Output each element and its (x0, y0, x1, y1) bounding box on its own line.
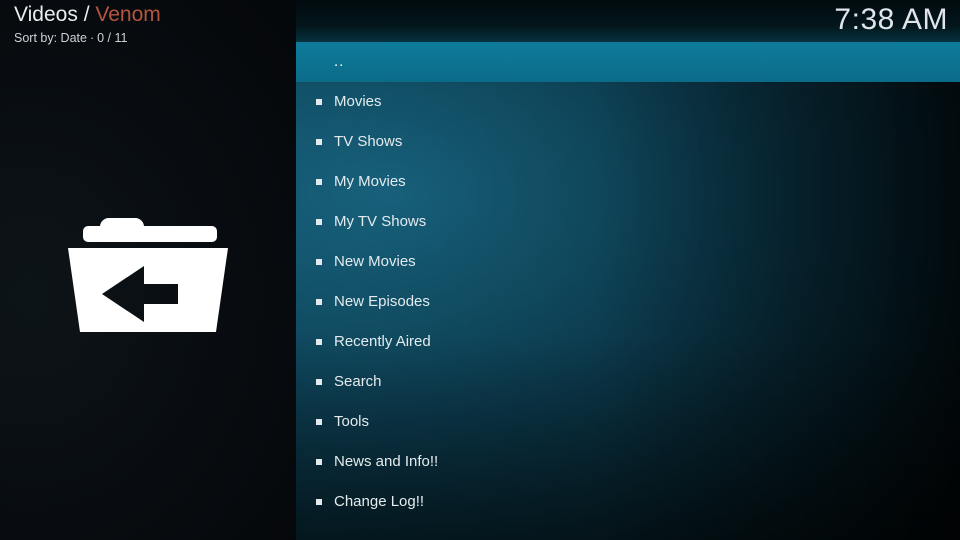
bullet-icon (316, 339, 322, 345)
clock: 7:38 AM (834, 3, 948, 36)
menu-list: .. Movies TV Shows My Movies My TV Shows (296, 42, 960, 522)
item-counter: 0 / 11 (97, 31, 128, 45)
sort-and-count-line: Sort by: Date · 0 / 11 (14, 30, 296, 46)
menu-item-change-log[interactable]: Change Log!! (296, 482, 960, 522)
bullet-icon (316, 419, 322, 425)
bullet-icon (316, 379, 322, 385)
breadcrumb: Videos / Venom (14, 2, 296, 28)
menu-item-label: My TV Shows (334, 213, 427, 230)
menu-item-new-movies[interactable]: New Movies (296, 242, 960, 282)
menu-item-label: Search (334, 373, 382, 390)
bullet-icon (316, 179, 322, 185)
menu-item-news-and-info[interactable]: News and Info!! (296, 442, 960, 482)
menu-item-my-tv-shows[interactable]: My TV Shows (296, 202, 960, 242)
menu-item-label: News and Info!! (334, 453, 439, 470)
menu-item-label: New Movies (334, 253, 416, 270)
menu-item-recently-aired[interactable]: Recently Aired (296, 322, 960, 362)
menu-item-label: .. (334, 53, 345, 70)
breadcrumb-current: Venom (95, 3, 161, 26)
separator-dot: · (89, 31, 95, 45)
breadcrumb-separator: / (83, 3, 90, 26)
bullet-icon (316, 459, 322, 465)
menu-item-tools[interactable]: Tools (296, 402, 960, 442)
bullet-icon (316, 139, 322, 145)
folder-up-icon (68, 218, 228, 332)
bullet-icon (316, 99, 322, 105)
menu-item-new-episodes[interactable]: New Episodes (296, 282, 960, 322)
menu-item-label: Change Log!! (334, 493, 425, 510)
menu-item-label: My Movies (334, 173, 406, 190)
menu-item-tv-shows[interactable]: TV Shows (296, 122, 960, 162)
parent-folder-thumbnail (0, 0, 296, 540)
breadcrumb-root: Videos (14, 3, 78, 26)
menu-item-label: TV Shows (334, 133, 403, 150)
menu-item-movies[interactable]: Movies (296, 82, 960, 122)
menu-item-my-movies[interactable]: My Movies (296, 162, 960, 202)
menu-item-label: Movies (334, 93, 382, 110)
bullet-icon (316, 499, 322, 505)
menu-item-search[interactable]: Search (296, 362, 960, 402)
kodi-file-browser-screen: Videos / Venom Sort by: Date · 0 / 11 7:38… (0, 0, 960, 540)
menu-item-label: Recently Aired (334, 333, 431, 350)
sort-label: Sort by: Date (14, 31, 87, 45)
header-block: Videos / Venom Sort by: Date · 0 / 11 (14, 2, 296, 46)
menu-item-parent-directory[interactable]: .. (296, 42, 960, 82)
bullet-icon (316, 219, 322, 225)
menu-item-label: Tools (334, 413, 370, 430)
bullet-icon (316, 259, 322, 265)
right-menu-panel: 7:38 AM .. Movies TV Shows My Movies My … (296, 0, 960, 540)
bullet-icon (316, 299, 322, 305)
left-info-panel: Videos / Venom Sort by: Date · 0 / 11 (0, 0, 296, 540)
menu-item-label: New Episodes (334, 293, 430, 310)
